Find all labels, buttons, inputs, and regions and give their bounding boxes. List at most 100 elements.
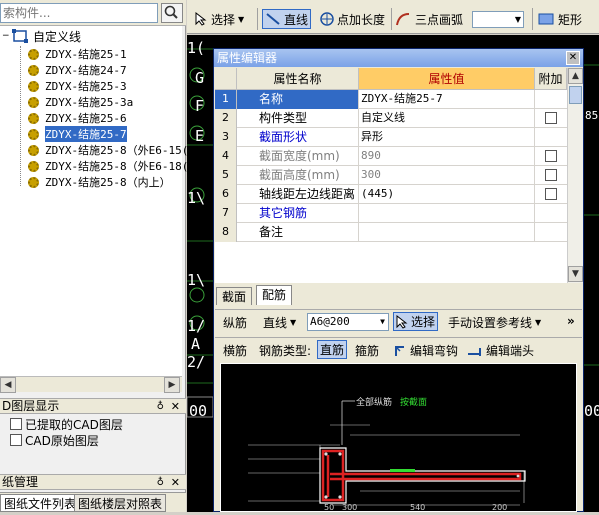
select-tool-button[interactable]: 选择 ▼ [195, 9, 244, 29]
close-icon[interactable]: ✕ [171, 475, 180, 490]
manual-reference-button[interactable]: 手动设置参考线 ▼ [448, 314, 541, 331]
tree-item[interactable]: ZDYX-结施25-1 [28, 46, 127, 62]
chevron-down-icon[interactable]: ▼ [535, 318, 541, 327]
tree-item-label: ZDYX-结施25-3a [45, 96, 134, 109]
tab-rebar[interactable]: 配筋 [256, 285, 293, 305]
layer-panel-title-text: D图层显示 [2, 399, 60, 413]
property-value[interactable]: 890 [359, 147, 535, 166]
property-row[interactable]: 5 截面高度(mm) 300 [215, 166, 567, 185]
line-tool-button[interactable]: 直线 [262, 9, 312, 29]
row-number: 7 [215, 204, 237, 223]
tree-item[interactable]: ZDYX-结施25-6 [28, 110, 127, 126]
tree-item-label: ZDYX-结施25-8（外E6-18( [45, 160, 189, 173]
property-value[interactable] [359, 204, 535, 223]
edit-hook-icon [395, 345, 404, 356]
collapse-icon[interactable]: − [2, 31, 12, 41]
longitudinal-bar-button[interactable]: 纵筋 [223, 314, 247, 331]
pin-icon[interactable]: ♁ [157, 475, 164, 490]
property-value[interactable]: ZDYX-结施25-7 [359, 90, 535, 109]
scroll-up-arrow[interactable]: ▲ [568, 68, 583, 84]
transverse-bar-button[interactable]: 横筋 [223, 342, 247, 359]
property-row[interactable]: 6 轴线距左边线距离 (445) [215, 185, 567, 204]
property-grid-scrollbar[interactable]: ▲ ▼ [567, 68, 583, 283]
property-value[interactable]: 异形 [359, 128, 535, 147]
property-editor-titlebar[interactable]: 属性编辑器 ✕ [214, 49, 583, 67]
point-length-button[interactable]: 点加长度 [319, 9, 385, 29]
search-row [0, 0, 186, 26]
property-row[interactable]: 1 名称 ZDYX-结施25-7 [215, 90, 567, 109]
extra-checkbox[interactable] [545, 169, 557, 181]
tree-item[interactable]: ZDYX-结施25-7 [28, 126, 127, 142]
chevron-down-icon[interactable]: ▼ [515, 15, 521, 24]
property-name: 截面形状 [237, 128, 359, 147]
tree-item-label: ZDYX-结施25-7 [45, 126, 127, 142]
property-name: 备注 [237, 223, 359, 242]
property-row[interactable]: 2 构件类型 自定义线 [215, 109, 567, 128]
property-row[interactable]: 7 其它钢筋 [215, 204, 567, 223]
stirrup-button[interactable]: 箍筋 [355, 342, 379, 359]
tree-root[interactable]: − 自定义线 [2, 28, 81, 44]
checkbox[interactable] [10, 418, 22, 430]
scroll-down-arrow[interactable]: ▼ [568, 266, 583, 282]
tab-drawing-floors[interactable]: 图纸楼层对照表 [74, 494, 167, 512]
layer-item-extracted[interactable]: 已提取的CAD图层 [10, 416, 123, 432]
rebar-select-button[interactable]: 选择 [393, 312, 439, 331]
checkbox[interactable] [10, 434, 22, 446]
section-drawing[interactable]: 全部纵筋 按截面 50 300 540 200 [220, 363, 577, 512]
layer-item-label: CAD原始图层 [25, 433, 99, 448]
search-input[interactable] [0, 3, 158, 23]
property-value[interactable]: (445) [359, 185, 535, 204]
extra-checkbox[interactable] [545, 188, 557, 200]
dim-bottom: 200 [492, 503, 507, 512]
extra-checkbox[interactable] [545, 150, 557, 162]
all-bars-label: 全部纵筋 [356, 396, 392, 408]
scroll-thumb[interactable] [569, 86, 582, 104]
close-icon[interactable]: ✕ [171, 399, 180, 414]
property-row[interactable]: 4 截面宽度(mm) 890 [215, 147, 567, 166]
arc-type-dropdown[interactable]: ▼ [472, 11, 524, 28]
tab-section[interactable]: 截面 [216, 287, 253, 305]
tree-item[interactable]: ZDYX-结施25-8（内上） [28, 174, 171, 190]
rect-tool-button[interactable]: 矩形 [538, 9, 582, 29]
scroll-left-arrow[interactable]: ◀ [0, 377, 16, 393]
scroll-right-arrow[interactable]: ▶ [164, 377, 180, 393]
tree-item[interactable]: ZDYX-结施25-3a [28, 94, 133, 110]
axis-label: 1\ [187, 271, 206, 289]
property-value[interactable]: 300 [359, 166, 535, 185]
property-name: 截面高度(mm) [237, 166, 359, 185]
three-point-arc-button[interactable]: 三点画弧 [395, 9, 463, 29]
property-value[interactable]: 自定义线 [359, 109, 535, 128]
tree-item[interactable]: ZDYX-结施24-7 [28, 62, 127, 78]
more-button[interactable]: » [567, 314, 575, 328]
section-drawing-svg: 全部纵筋 按截面 50 300 540 200 [220, 363, 577, 512]
line-mode-button[interactable]: 直线 ▼ [263, 314, 296, 331]
property-row[interactable]: 8 备注 [215, 223, 567, 242]
gear-icon [28, 112, 39, 124]
three-point-arc-label: 三点画弧 [415, 12, 464, 27]
property-name: 截面宽度(mm) [237, 147, 359, 166]
search-button[interactable] [161, 3, 183, 23]
edit-end-button[interactable]: 编辑端头 [467, 342, 534, 359]
tree-item-label: ZDYX-结施25-3 [45, 80, 127, 93]
edit-hook-button[interactable]: 编辑弯钩 [393, 342, 458, 359]
tree-item[interactable]: ZDYX-结施25-8（外E6-15( [28, 142, 188, 158]
chevron-down-icon[interactable]: ▼ [238, 15, 244, 24]
tree-connector [20, 46, 21, 186]
tree-item[interactable]: ZDYX-结施25-3 [28, 78, 127, 94]
row-number: 5 [215, 166, 237, 185]
straight-bar-button[interactable]: 直筋 [317, 340, 348, 359]
extra-checkbox[interactable] [545, 112, 557, 124]
chevron-down-icon[interactable]: ▼ [290, 318, 296, 327]
property-value[interactable] [359, 223, 535, 242]
tree-item[interactable]: ZDYX-结施25-8（外E6-18( [28, 158, 188, 174]
close-button[interactable]: ✕ [566, 51, 580, 65]
bar-spec-dropdown[interactable]: A6@200 ▼ [307, 313, 389, 331]
property-row[interactable]: 3 截面形状 异形 [215, 128, 567, 147]
layer-item-original[interactable]: CAD原始图层 [10, 432, 99, 448]
pin-icon[interactable]: ♁ [157, 399, 164, 414]
extra-cell [535, 166, 567, 185]
tab-drawing-files[interactable]: 图纸文件列表 [0, 494, 81, 512]
tree-horizontal-scrollbar[interactable]: ◀ ▶ [0, 376, 182, 393]
chevron-down-icon[interactable]: ▼ [380, 314, 385, 330]
drawing-panel-title-text: 纸管理 [2, 475, 39, 489]
